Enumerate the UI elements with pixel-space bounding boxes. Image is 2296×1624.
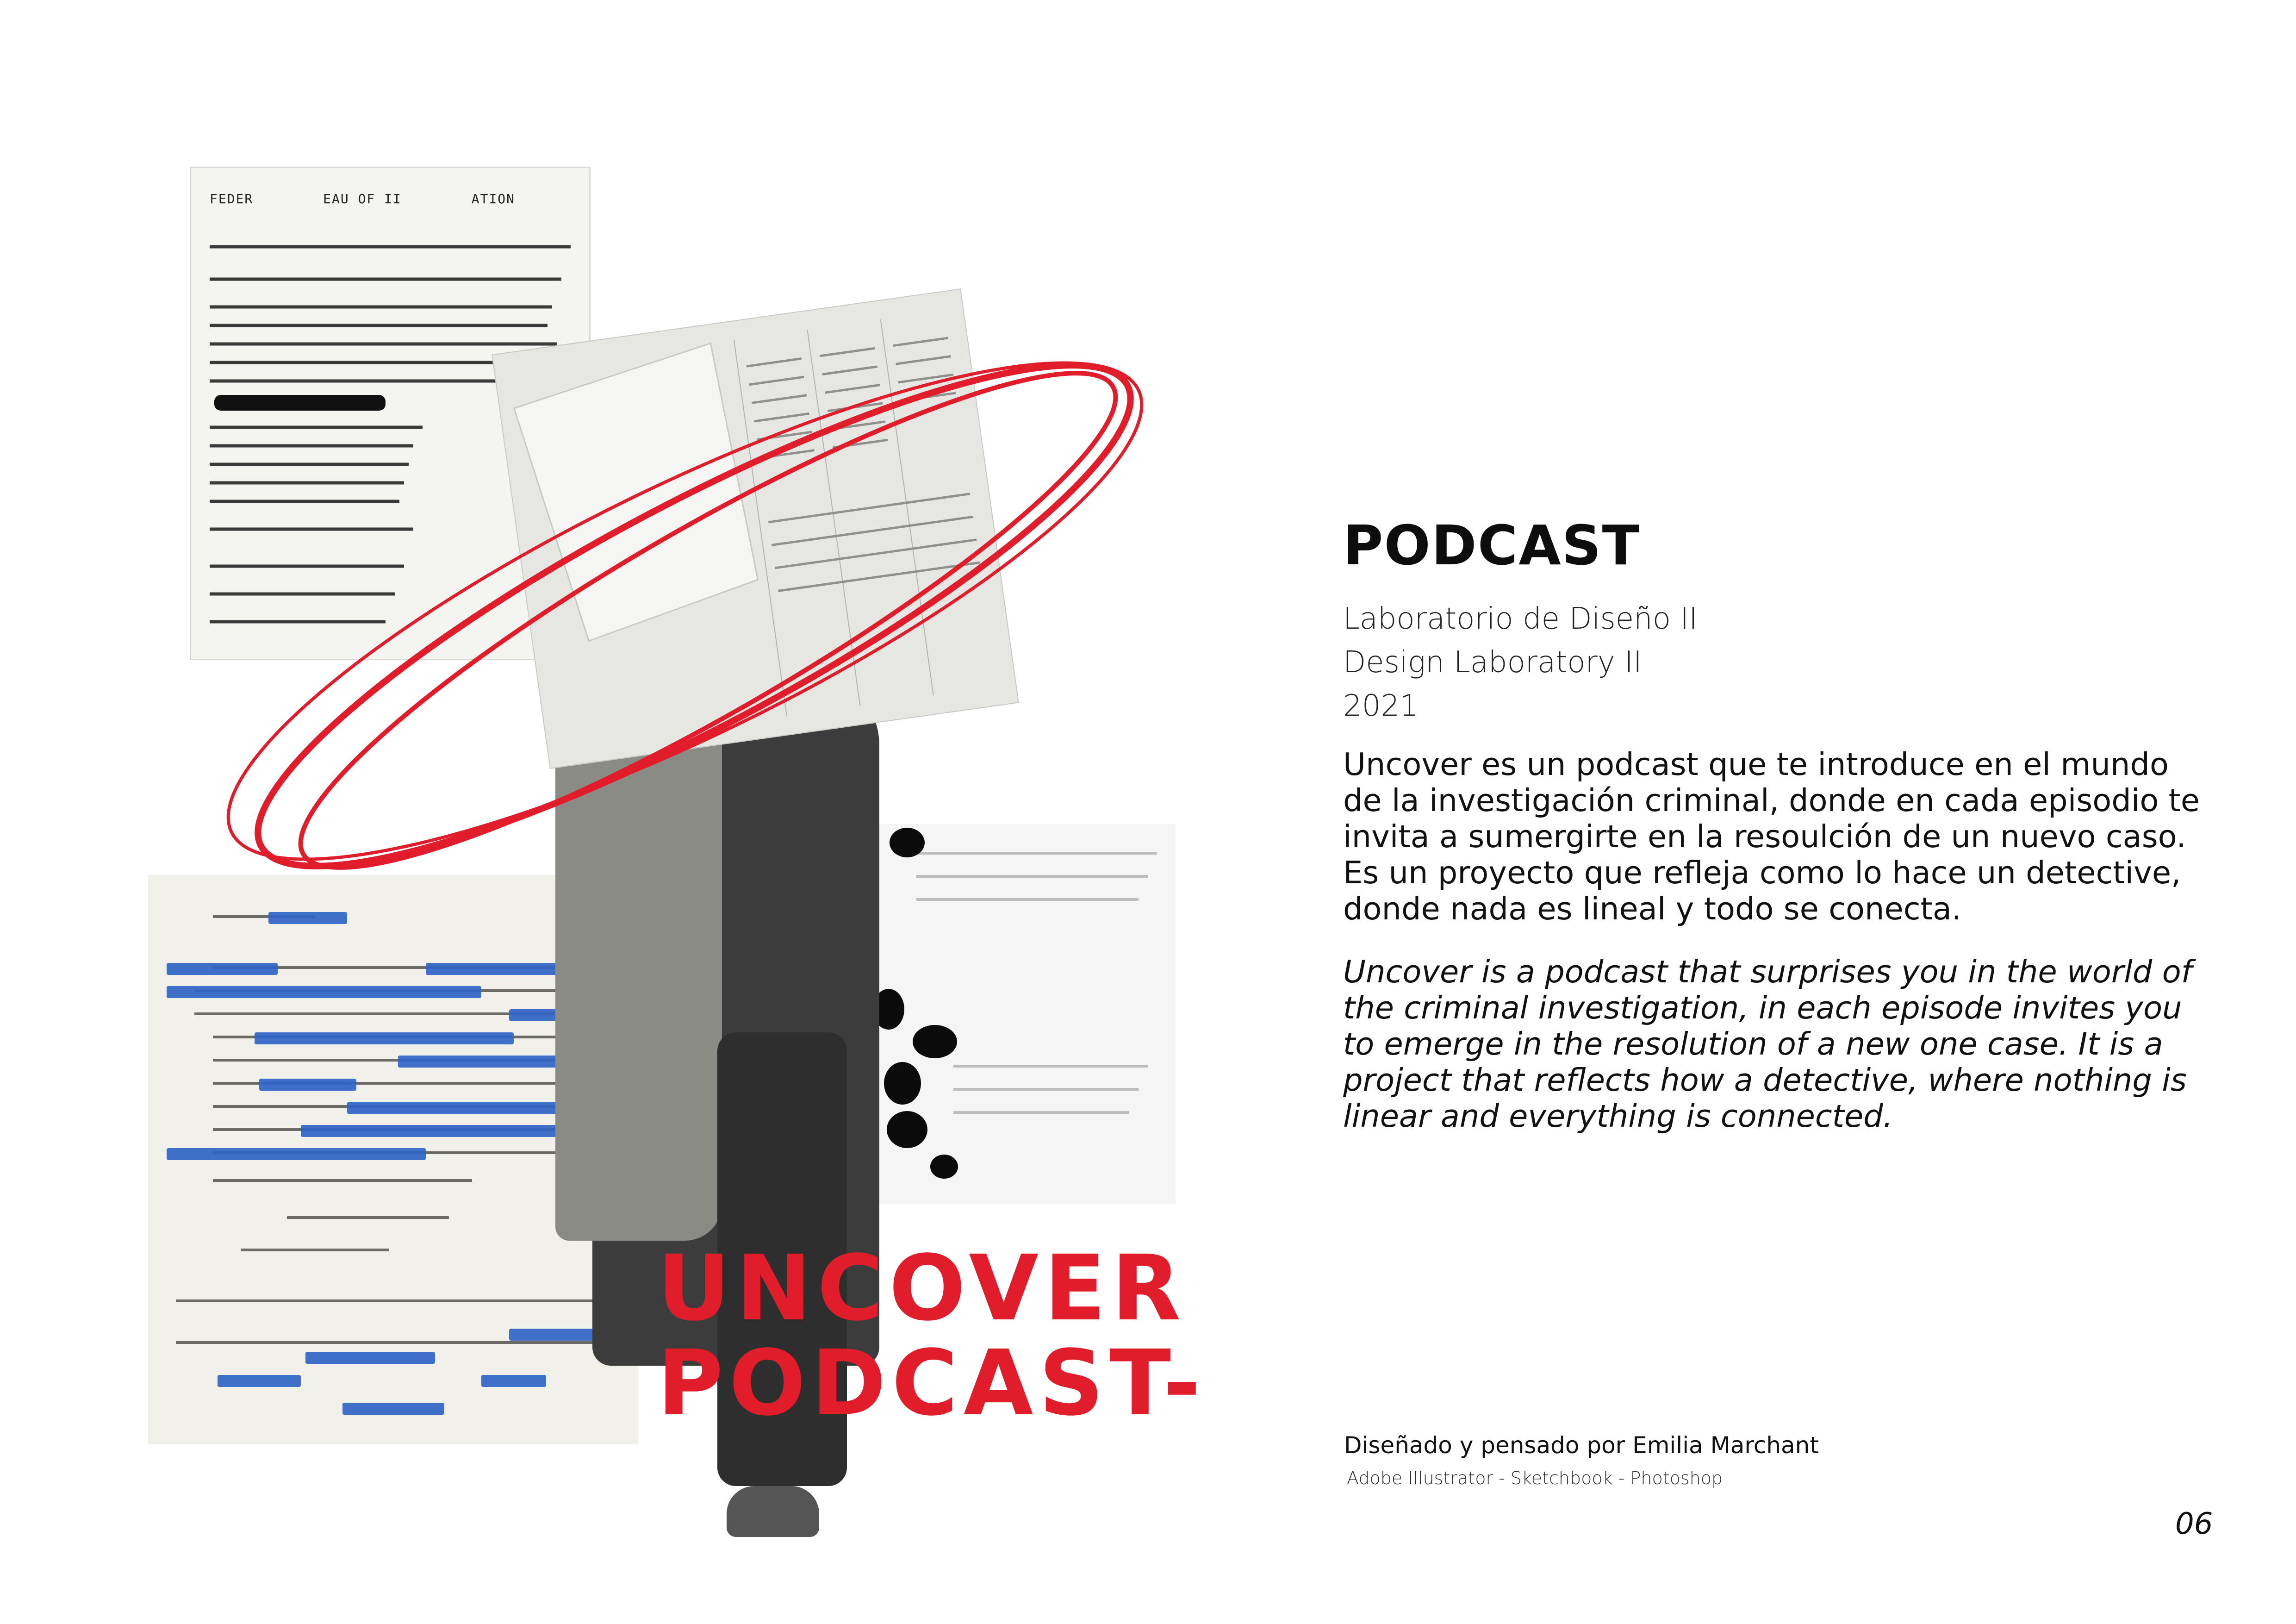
page-number: 06 — [2175, 1507, 2213, 1541]
tools-used: Adobe Illustrator - Sketchbook - Photosh… — [1347, 1468, 1723, 1488]
podcast-collage: FEDER EAU OF II ATION UNCOVER PODCAST- — [139, 153, 1250, 1537]
course-name-es: Laboratorio de Diseño II — [1343, 602, 1698, 636]
project-year: 2021 — [1343, 689, 1419, 723]
course-name-en: Design Laboratory II — [1343, 645, 1642, 680]
description-spanish: Uncover es un podcast que te introduce e… — [1343, 746, 2200, 927]
person-shoe — [727, 1486, 819, 1537]
description-english: Uncover is a podcast that surprises you … — [1343, 954, 2192, 1134]
title-line-2: PODCAST- — [657, 1330, 1207, 1436]
design-credit: Diseñado y pensado por Emilia Marchant — [1344, 1432, 1819, 1459]
section-title: PODCAST — [1343, 513, 1641, 577]
title-line-1: UNCOVER — [657, 1236, 1187, 1341]
uncover-podcast-title: UNCOVER PODCAST- — [657, 1241, 1259, 1430]
